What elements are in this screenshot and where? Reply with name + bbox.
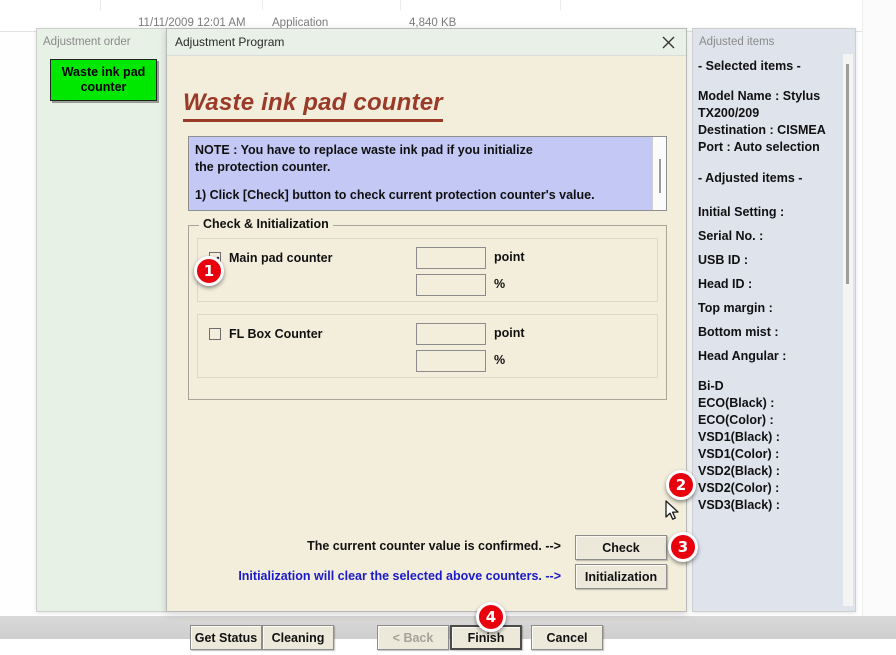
list-item: Bottom mist : (698, 325, 779, 339)
list-item: USB ID : (698, 253, 748, 267)
adjusted-items-title: Adjusted items (699, 36, 775, 48)
main-pad-percent-unit: % (494, 277, 506, 291)
bid-header: Bi-D (698, 379, 724, 393)
list-item: Top margin : (698, 301, 773, 315)
main-pad-counter-block: Main pad counter point % (197, 238, 658, 302)
list-item: Initial Setting : (698, 205, 785, 219)
destination-line: Destination : CISMEA (698, 123, 826, 137)
get-status-button[interactable]: Get Status (190, 625, 262, 650)
note-spacer (195, 176, 650, 187)
note-line-1: NOTE : You have to replace waste ink pad… (195, 143, 533, 157)
fl-box-point-unit: point (494, 326, 525, 340)
note-scrollbar-thumb[interactable] (659, 159, 661, 193)
adjusted-items-scrollbar-thumb[interactable] (846, 64, 849, 284)
check-button[interactable]: Check (575, 535, 667, 560)
fl-box-counter-checkbox-row[interactable]: FL Box Counter (209, 327, 323, 341)
list-item: VSD2(Black) : (698, 464, 780, 478)
check-initialization-group: Check & Initialization Main pad counter … (188, 217, 667, 400)
note-text: NOTE : You have to replace waste ink pad… (195, 142, 650, 204)
column-separator (400, 0, 401, 10)
adjusted-items-scrollbar[interactable] (843, 54, 853, 606)
adjusted-items-header: - Adjusted items - (698, 171, 803, 185)
close-icon[interactable] (650, 29, 686, 55)
annotation-badge-4: 4 (476, 602, 506, 632)
list-item: VSD1(Color) : (698, 447, 780, 461)
fl-box-percent-unit: % (494, 353, 506, 367)
note-scrollbar[interactable] (652, 137, 666, 210)
adjustment-program-dialog: Adjustment Program Waste ink pad counter… (166, 28, 687, 650)
check-instruction-text: The current counter value is confirmed. … (307, 539, 561, 553)
list-item: VSD1(Black) : (698, 430, 780, 444)
mouse-pointer-icon (665, 500, 681, 527)
port-line: Port : Auto selection (698, 140, 820, 154)
model-name-line-1: Model Name : Stylus (698, 89, 821, 103)
background-right-pane (862, 0, 896, 616)
adjusted-items-list: - Selected items - Model Name : Stylus T… (698, 54, 841, 606)
adjusted-items-panel: Adjusted items - Selected items - Model … (692, 28, 856, 612)
annotation-badge-1: 1 (194, 256, 224, 286)
column-separator (560, 0, 561, 10)
bottom-divider (183, 619, 672, 620)
page-title: Waste ink pad counter (183, 89, 443, 122)
initialization-button[interactable]: Initialization (575, 564, 667, 589)
confirm-area: The current counter value is confirmed. … (188, 535, 667, 593)
adjustment-order-panel: Adjustment order Waste ink pad counter (36, 28, 167, 612)
list-item: Head Angular : (698, 349, 787, 363)
fl-box-counter-block: FL Box Counter point % (197, 314, 658, 378)
adjustment-order-title: Adjustment order (43, 36, 131, 48)
list-item: ECO(Color) : (698, 413, 774, 427)
fl-box-counter-label: FL Box Counter (229, 327, 323, 341)
selected-items-header: - Selected items - (698, 59, 801, 73)
note-line-3: 1) Click [Check] button to check current… (195, 188, 595, 202)
list-item: VSD3(Black) : (698, 498, 780, 512)
list-item: ECO(Black) : (698, 396, 775, 410)
back-button: < Back (377, 625, 449, 650)
main-pad-counter-checkbox-row[interactable]: Main pad counter (209, 251, 332, 265)
annotation-badge-3: 3 (668, 532, 698, 562)
cleaning-button[interactable]: Cleaning (262, 625, 334, 650)
main-pad-point-input[interactable] (416, 247, 486, 269)
adjustment-order-body: Waste ink pad counter (42, 55, 161, 605)
main-pad-counter-label: Main pad counter (229, 251, 333, 265)
note-box: NOTE : You have to replace waste ink pad… (188, 136, 667, 211)
fl-box-point-input[interactable] (416, 323, 486, 345)
annotation-badge-2: 2 (666, 470, 696, 500)
cancel-button[interactable]: Cancel (531, 625, 603, 650)
fl-box-percent-input[interactable] (416, 350, 486, 372)
list-item: Serial No. : (698, 229, 764, 243)
list-item: VSD2(Color) : (698, 481, 780, 495)
group-legend: Check & Initialization (199, 217, 333, 231)
waste-ink-pad-counter-button[interactable]: Waste ink pad counter (50, 59, 157, 101)
dialog-title: Adjustment Program (175, 35, 285, 49)
model-name-line-2: TX200/209 (698, 106, 760, 120)
column-separator (100, 0, 101, 10)
dialog-button-bar: Get Status Cleaning < Back Finish Cancel (183, 625, 672, 655)
dialog-body: Waste ink pad counter NOTE : You have to… (175, 57, 678, 650)
initialization-instruction-text: Initialization will clear the selected a… (238, 569, 561, 583)
dialog-titlebar: Adjustment Program (167, 29, 686, 56)
column-separator (262, 0, 263, 10)
main-pad-point-unit: point (494, 250, 525, 264)
note-line-2: the protection counter. (195, 160, 331, 174)
fl-box-counter-checkbox[interactable] (209, 328, 221, 340)
main-pad-percent-input[interactable] (416, 274, 486, 296)
list-item: Head ID : (698, 277, 753, 291)
